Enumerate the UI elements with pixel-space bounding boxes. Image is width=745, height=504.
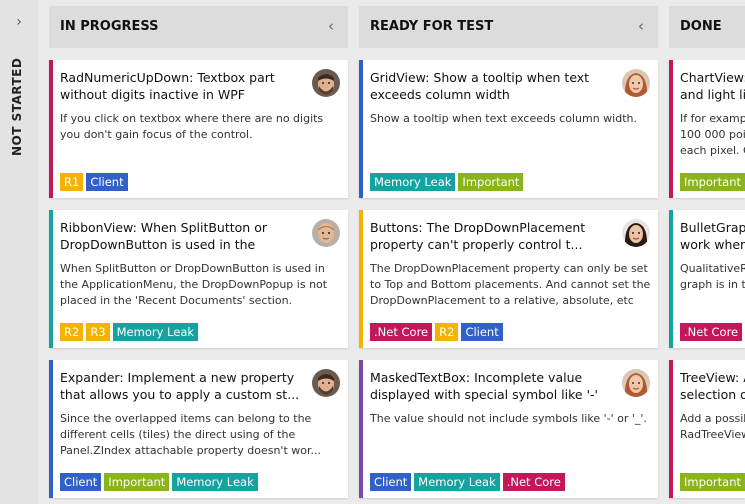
task-card[interactable]: BulletGraph work when QualitativeR graph… [669, 210, 745, 348]
avatar [312, 369, 340, 397]
card-description: When SplitButton or DropDownButton is us… [60, 262, 328, 307]
card-title: TreeView: A selection o [680, 370, 745, 402]
card-title: RibbonView: When SplitButton or DropDown… [60, 220, 267, 252]
not-started-column[interactable]: › NOT STARTED [0, 0, 38, 504]
card-description: The value should not include symbols lik… [370, 412, 647, 425]
tag-badge: .Net Core [502, 473, 565, 491]
card-tags: Important [680, 173, 745, 192]
avatar [312, 219, 340, 247]
task-card[interactable]: TreeView: A selection o Add a possib Rad… [669, 360, 745, 498]
column-title: READY FOR TEST [370, 19, 494, 34]
column-header: IN PROGRESS ‹ [49, 6, 348, 48]
chevron-left-icon[interactable]: ‹ [634, 17, 648, 35]
card-description: QualitativeR graph is in th [680, 262, 745, 291]
avatar [622, 369, 650, 397]
tag-badge: Important [458, 173, 524, 191]
card-tags: Memory Leak Important [370, 173, 526, 192]
column-title: DONE [680, 19, 722, 34]
chevron-right-icon[interactable]: › [0, 14, 38, 30]
tag-badge: R2 [60, 323, 84, 341]
task-card[interactable]: RibbonView: When SplitButton or DropDown… [49, 210, 348, 348]
card-tags: Client Memory Leak .Net Core [370, 473, 568, 492]
column-header: READY FOR TEST ‹ [359, 6, 658, 48]
task-card[interactable]: MaskedTextBox: Incomplete value displaye… [359, 360, 658, 498]
card-title: ChartView: and light li [680, 70, 745, 102]
task-card[interactable]: GridView: Show a tooltip when text excee… [359, 60, 658, 198]
card-tags: .Net Core [680, 323, 745, 342]
card-title: GridView: Show a tooltip when text excee… [370, 70, 590, 102]
tag-badge: Important [680, 473, 745, 491]
card-title: BulletGraph work when [680, 220, 745, 252]
card-tags: .Net Core R2 Client [370, 323, 506, 342]
tag-badge: Client [60, 473, 102, 491]
tag-badge: Important [104, 473, 170, 491]
tag-badge: R2 [435, 323, 459, 341]
card-description: If you click on textbox where there are … [60, 112, 324, 141]
tag-badge: Important [680, 173, 745, 191]
avatar [622, 69, 650, 97]
task-card[interactable]: Buttons: The DropDownPlacement property … [359, 210, 658, 348]
task-card[interactable]: ChartView: and light li If for exampl 10… [669, 60, 745, 198]
chevron-left-icon[interactable]: ‹ [324, 17, 338, 35]
tag-badge: Memory Leak [172, 473, 258, 491]
card-description: Add a possib RadTreeView [680, 412, 745, 441]
avatar [312, 69, 340, 97]
avatar [622, 219, 650, 247]
task-card[interactable]: RadNumericUpDown: Textbox part without d… [49, 60, 348, 198]
task-card[interactable]: Expander: Implement a new property that … [49, 360, 348, 498]
card-title: Buttons: The DropDownPlacement property … [370, 220, 586, 252]
tag-badge: Memory Leak [112, 323, 199, 341]
tag-badge: Client [461, 323, 503, 341]
card-description: Since the overlapped items can belong to… [60, 412, 321, 457]
tag-badge: .Net Core [370, 323, 433, 341]
card-tags: R1 Client [60, 173, 131, 192]
card-tags: R2 R3 Memory Leak [60, 323, 201, 342]
card-description: Show a tooltip when text exceeds column … [370, 112, 637, 125]
tag-badge: R3 [86, 323, 110, 341]
tag-badge: .Net Core [680, 323, 743, 341]
card-description: The DropDownPlacement property can only … [370, 262, 651, 307]
column-header: DONE [669, 6, 745, 48]
tag-badge: Client [370, 473, 412, 491]
card-tags: Client Important Memory Leak [60, 473, 261, 492]
card-tags: Important [680, 473, 745, 492]
card-title: RadNumericUpDown: Textbox part without d… [60, 70, 275, 102]
not-started-label: NOT STARTED [10, 57, 24, 156]
tag-badge: Memory Leak [414, 473, 500, 491]
card-title: MaskedTextBox: Incomplete value displaye… [370, 370, 598, 402]
column-title: IN PROGRESS [60, 19, 159, 34]
card-title: Expander: Implement a new property that … [60, 370, 300, 402]
tag-badge: R1 [60, 173, 84, 191]
tag-badge: Memory Leak [370, 173, 456, 191]
card-description: If for exampl 100 000 poi each pixel. C [680, 112, 745, 157]
tag-badge: Client [86, 173, 128, 191]
